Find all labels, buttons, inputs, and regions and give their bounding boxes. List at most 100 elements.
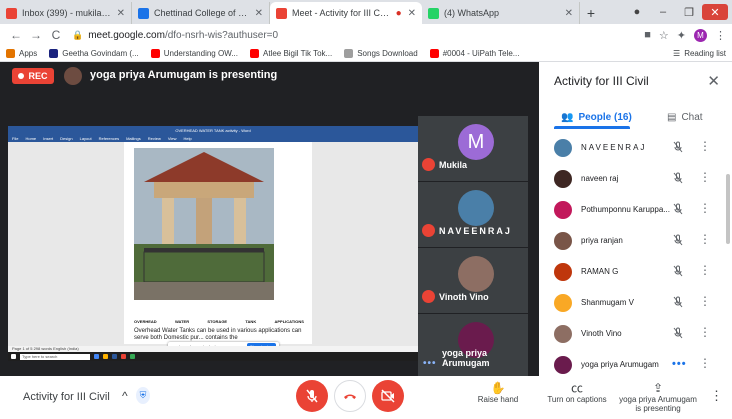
reload-icon[interactable]: C [46, 28, 66, 42]
meet-window: Inbox (399) - mukila@chettinad.c✕Chettin… [0, 0, 732, 419]
person-more-options-icon[interactable]: ⋮ [699, 232, 711, 246]
profile-avatar[interactable]: M [694, 28, 707, 42]
tab-people[interactable]: 👥 People (16) [561, 106, 632, 128]
people-list-item[interactable]: Shanmugam V ⋮ [539, 287, 732, 318]
person-name: Vinoth Vino [581, 329, 622, 338]
tab-favicon-icon [276, 7, 287, 19]
mic-muted-icon [672, 296, 684, 311]
mic-muted-icon [672, 141, 684, 156]
recording-label: REC [28, 71, 48, 81]
bookmark-item[interactable]: #0004 - UiPath Tele... [429, 49, 519, 58]
participant-name: Mukila [439, 160, 468, 170]
camera-indicator-icon[interactable]: ■ [644, 29, 651, 41]
bookmark-item[interactable]: Apps [6, 49, 37, 58]
windows-taskbar: Type here to search [8, 352, 418, 361]
forward-icon[interactable]: → [26, 28, 46, 42]
word-title-bar: OVERHEAD WATER TANK activity - Word [8, 126, 418, 134]
reading-list[interactable]: ☰ Reading list [673, 49, 726, 58]
person-name: RAMAN G [581, 267, 619, 276]
bookmark-item[interactable]: Geetha Govindam (... [49, 49, 139, 58]
people-list-item[interactable]: RAMAN G ⋮ [539, 256, 732, 287]
meeting-details-label[interactable]: Activity for III Civil [23, 391, 110, 403]
person-more-options-icon[interactable]: ⋮ [699, 356, 711, 370]
chrome-account-icon[interactable]: ● [624, 2, 650, 22]
browser-tab[interactable]: (4) WhatsApp ✕ [422, 2, 580, 24]
new-tab-button[interactable]: + [580, 2, 602, 24]
participant-tile[interactable]: Vinoth Vino [418, 248, 528, 313]
tab-favicon-icon [138, 7, 149, 19]
bookmark-label: Songs Download [357, 49, 418, 58]
close-window-button[interactable]: ✕ [702, 4, 728, 20]
person-more-options-icon[interactable]: ⋮ [699, 263, 711, 277]
person-name: Shanmugam V [581, 298, 634, 307]
doc-heading-cell: TANK [245, 319, 257, 324]
bookmark-item[interactable]: Atlee Bigil Tik Tok... [249, 49, 332, 58]
presenting-button[interactable]: ⇪ yoga priya Arumugam is presenting [618, 381, 698, 413]
minimize-button[interactable]: – [650, 2, 676, 22]
shared-screen: OVERHEAD WATER TANK activity - Word File… [8, 126, 418, 361]
browser-tab[interactable]: Inbox (399) - mukila@chettinad.c ✕ [0, 2, 132, 24]
person-name: NAVEENRAJ [581, 143, 647, 152]
back-icon[interactable]: ← [6, 28, 26, 42]
lock-icon: 🔒 [72, 29, 84, 40]
person-more-options-icon[interactable]: ⋮ [699, 201, 711, 215]
meet-stage: REC yoga priya Arumugam is presenting OV… [0, 62, 732, 419]
participant-avatar [458, 256, 494, 292]
people-list-item[interactable]: Pothumponnu Karuppa... ⋮ [539, 194, 732, 225]
camera-toggle-button[interactable] [372, 380, 404, 412]
browser-tab[interactable]: Meet - Activity for III Civil ● ✕ [270, 2, 422, 24]
people-list-item[interactable]: NAVEENRAJ ⋮ [539, 132, 732, 163]
people-list-item[interactable]: Vinoth Vino ⋮ [539, 318, 732, 349]
person-avatar [554, 293, 572, 312]
person-avatar [554, 355, 572, 374]
leave-call-button[interactable] [334, 380, 366, 412]
tab-close-icon[interactable]: ✕ [117, 8, 125, 19]
url-field[interactable]: 🔒 meet.google.com/dfo-nsrh-wis?authuser=… [66, 26, 644, 44]
participant-tile[interactable]: M Mukila [418, 116, 528, 181]
raise-hand-button[interactable]: ✋ Raise hand [476, 381, 520, 404]
close-panel-icon[interactable]: ✕ [707, 72, 720, 90]
people-list-item[interactable]: naveen raj ⋮ [539, 163, 732, 194]
host-controls-shield-icon[interactable]: ⛨ [136, 387, 150, 404]
tab-close-icon[interactable]: ✕ [408, 8, 416, 19]
tab-close-icon[interactable]: ✕ [565, 8, 573, 19]
person-more-options-icon[interactable]: ⋮ [699, 170, 711, 184]
person-more-options-icon[interactable]: ⋮ [699, 325, 711, 339]
taskbar-search: Type here to search [20, 353, 90, 360]
extensions-icon[interactable]: ✦ [677, 29, 686, 42]
more-options-icon[interactable]: ⋮ [710, 388, 723, 404]
tab-chat[interactable]: ▤ Chat [667, 106, 703, 128]
people-list: NAVEENRAJ ⋮ naveen raj ⋮ Pothumponnu Karuppa… [539, 132, 732, 380]
restore-button[interactable]: ❐ [676, 2, 702, 22]
windows-start-icon [11, 354, 16, 359]
people-list-scrollbar[interactable] [726, 174, 730, 244]
bookmark-item[interactable]: Songs Download [344, 49, 418, 58]
person-more-options-icon[interactable]: ⋮ [699, 139, 711, 153]
chevron-up-icon[interactable]: ^ [122, 389, 128, 403]
recording-dot-icon [18, 73, 25, 79]
captions-button[interactable]: ㏄ Turn on captions [546, 381, 608, 404]
bookmark-item[interactable]: Understanding OW... [150, 49, 238, 58]
taskbar-app-icon [130, 354, 135, 359]
url-path: /dfo-nsrh-wis?authuser=0 [164, 29, 279, 41]
taskbar-app-icon [103, 354, 108, 359]
browser-tab[interactable]: Chettinad College of Engineering ✕ [132, 2, 270, 24]
participant-tile[interactable]: NAVEENRAJ [418, 182, 528, 247]
word-menu-item: Help [183, 135, 192, 141]
tab-close-icon[interactable]: ✕ [255, 8, 263, 19]
word-menu-item: Layout [79, 135, 92, 141]
chrome-menu-icon[interactable]: ⋮ [715, 29, 726, 42]
people-list-item[interactable]: priya ranjan ⋮ [539, 225, 732, 256]
doc-heading-cell: WATER [174, 319, 190, 324]
word-menu-item: View [167, 135, 177, 141]
bookmark-favicon-icon [150, 49, 160, 58]
word-menu-bar: File Home Insert Design Layout References Mail… [8, 134, 418, 142]
participant-name: Vinoth Vino [439, 292, 489, 302]
taskbar-word-icon [112, 354, 117, 359]
person-more-options-icon[interactable]: ⋮ [699, 294, 711, 308]
microphone-toggle-button[interactable] [296, 380, 328, 412]
mic-muted-icon [672, 172, 684, 187]
participant-tile[interactable]: ••• yoga priya Arumugam [418, 314, 528, 379]
participant-name: yoga priya Arumugam [442, 348, 490, 368]
bookmark-star-icon[interactable]: ☆ [659, 29, 669, 42]
